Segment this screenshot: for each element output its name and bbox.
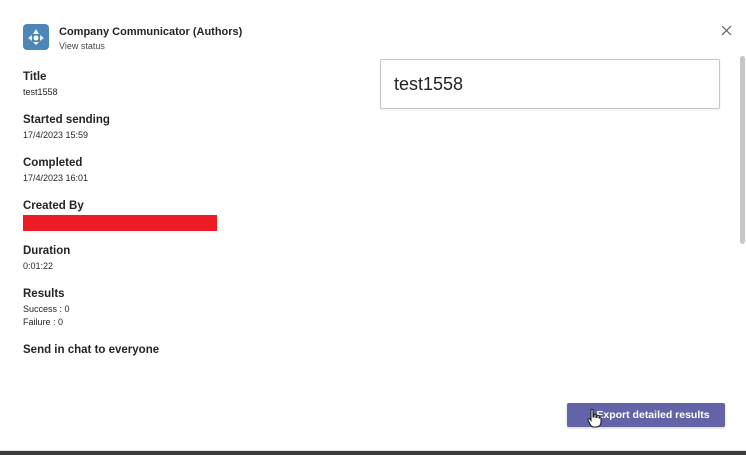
app-header: Company Communicator (Authors) View stat… — [23, 24, 242, 52]
title-label: Title — [23, 71, 47, 83]
started-label: Started sending — [23, 114, 110, 126]
started-value: 17/4/2023 15:59 — [23, 130, 89, 140]
title-value: test1558 — [23, 87, 58, 97]
app-name: Company Communicator (Authors) — [59, 26, 243, 38]
window-bottom-edge — [0, 451, 746, 455]
details-panel: Title test1558 Started sending 17/4/2023… — [23, 70, 217, 373]
message-preview-card: test1558 — [380, 59, 720, 109]
close-icon — [721, 25, 731, 35]
app-logo-icon — [23, 24, 49, 50]
completed-value: 17/4/2023 16:01 — [23, 173, 89, 183]
view-status-link[interactable]: View status — [59, 40, 242, 52]
send-type-label: Send in chat to everyone — [23, 344, 160, 356]
send-type-field: Send in chat to everyone — [23, 343, 217, 358]
duration-field: Duration 0:01:22 — [23, 244, 217, 272]
duration-label: Duration — [23, 245, 71, 257]
export-button-label: Export detailed results — [596, 409, 710, 421]
completed-label: Completed — [23, 157, 83, 169]
completed-field: Completed 17/4/2023 16:01 — [23, 156, 217, 184]
created-by-field: Created By — [23, 199, 217, 231]
failure-count: Failure : 0 — [23, 317, 64, 327]
scrollbar[interactable] — [740, 56, 745, 244]
hand-pointer-icon — [587, 408, 602, 428]
created-by-label: Created By — [23, 200, 84, 212]
results-field: Results Success : 0 Failure : 0 — [23, 287, 217, 328]
redacted-creator — [23, 215, 217, 231]
duration-value: 0:01:22 — [23, 261, 54, 271]
preview-title: test1558 — [394, 73, 464, 94]
status-dialog: Company Communicator (Authors) View stat… — [0, 0, 746, 451]
results-label: Results — [23, 288, 65, 300]
title-field: Title test1558 — [23, 70, 217, 98]
close-button[interactable] — [718, 22, 734, 38]
started-field: Started sending 17/4/2023 15:59 — [23, 113, 217, 141]
success-count: Success : 0 — [23, 304, 70, 314]
